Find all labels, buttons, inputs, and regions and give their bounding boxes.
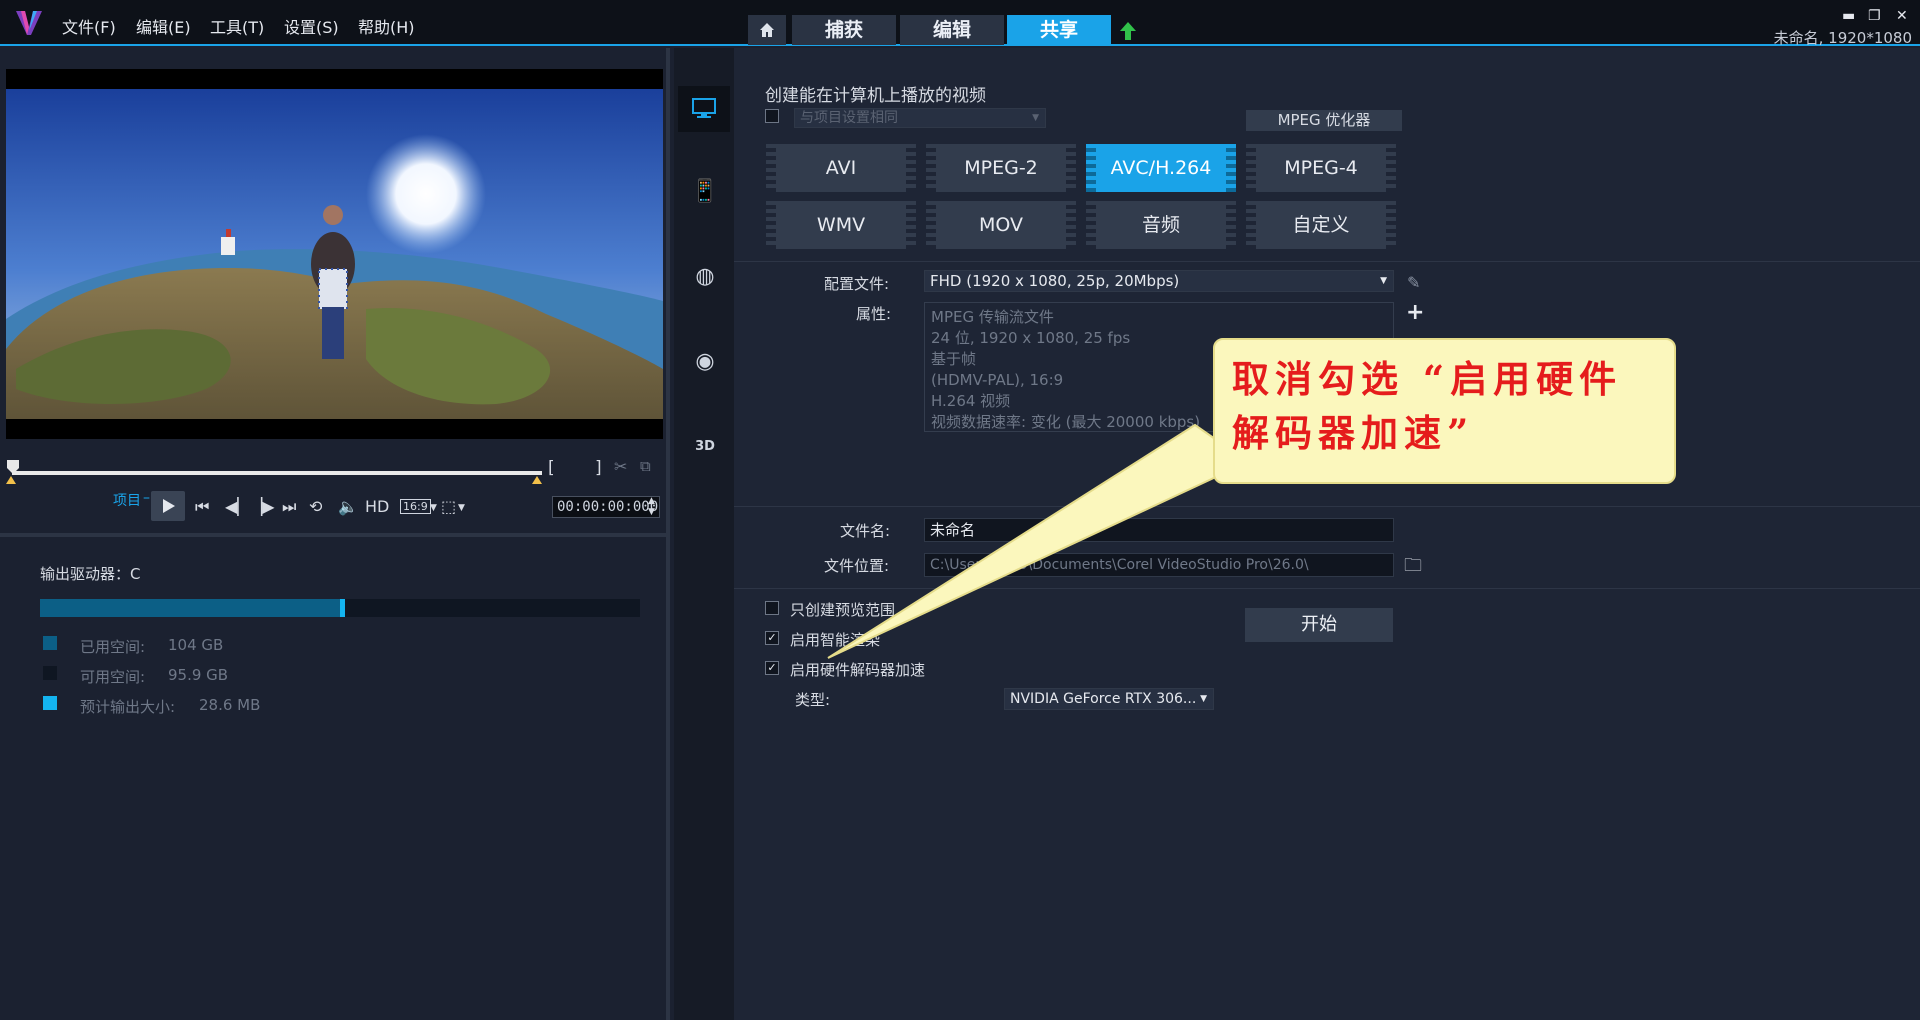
annotation-text: 取消勾选 “启用硬件解码器加速” (1232, 357, 1623, 455)
callout-pointer (827, 423, 1250, 659)
